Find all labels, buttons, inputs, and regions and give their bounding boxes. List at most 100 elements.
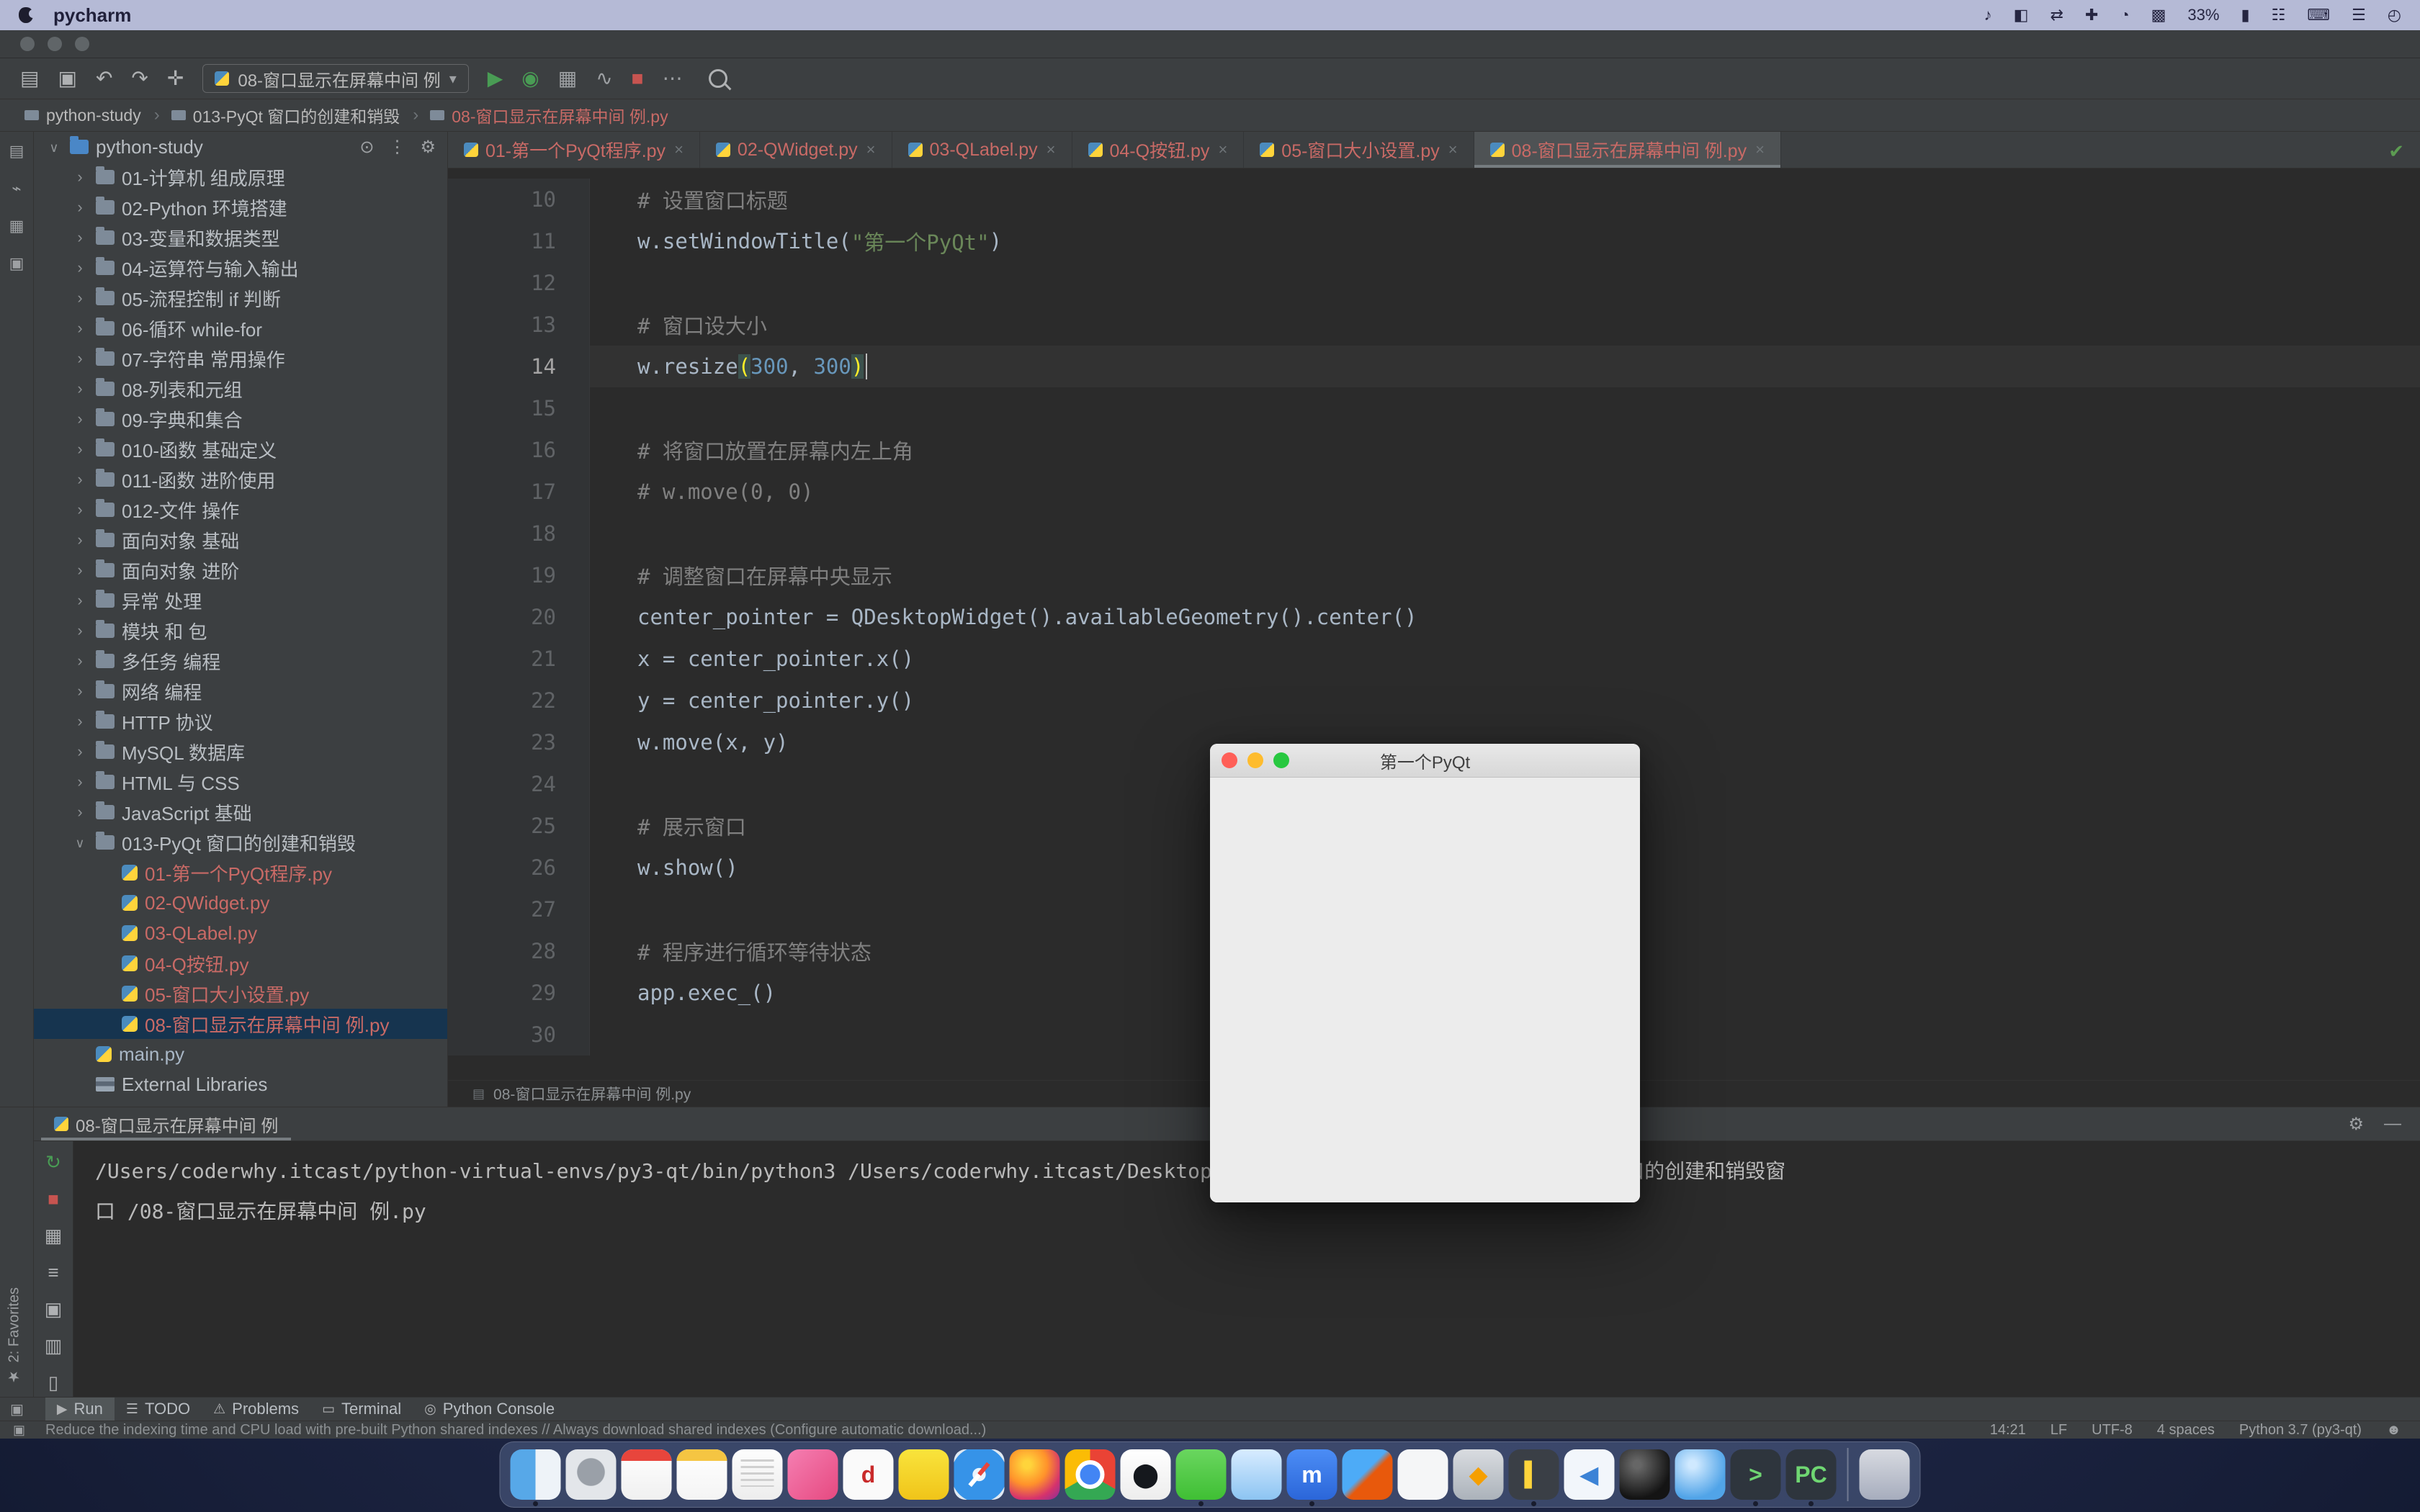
chevron-icon[interactable] xyxy=(71,289,89,307)
chevron-icon[interactable] xyxy=(71,470,89,489)
code-line[interactable]: 14w.resize(300, 300) xyxy=(448,346,2420,387)
code-line[interactable]: 10# 设置窗口标题 xyxy=(448,179,2420,220)
code-line[interactable]: 15 xyxy=(448,387,2420,429)
menubar-status-icon[interactable]: ⌨ xyxy=(2307,6,2330,24)
run-side-icon[interactable]: ▣ xyxy=(45,1298,63,1320)
tree-item[interactable]: 09-字典和集合 xyxy=(34,404,447,434)
tree-item[interactable]: 面向对象 基础 xyxy=(34,525,447,555)
tree-item[interactable]: 01-第一个PyQt程序.py xyxy=(34,858,447,888)
statusbar-toggle-icon[interactable]: ▣ xyxy=(13,1423,25,1438)
tree-item[interactable]: External Libraries xyxy=(34,1069,447,1099)
run-side-icon[interactable]: ▯ xyxy=(48,1372,58,1394)
menubar-status-icon[interactable]: ▩ xyxy=(2151,6,2166,24)
run-side-icon[interactable]: ■ xyxy=(48,1188,59,1210)
dock-icon[interactable] xyxy=(1343,1449,1393,1500)
chevron-icon[interactable] xyxy=(71,531,89,549)
tree-item[interactable]: 模块 和 包 xyxy=(34,616,447,646)
dock-icon[interactable]: ⬤ xyxy=(1121,1449,1171,1500)
chevron-icon[interactable] xyxy=(71,742,89,761)
dock-icon[interactable]: PC xyxy=(1786,1449,1837,1500)
run-side-icon[interactable]: ↻ xyxy=(45,1151,61,1174)
dock-icon[interactable] xyxy=(1675,1449,1726,1500)
run-config-selector[interactable]: 08-窗口显示在屏幕中间 例 ▾ xyxy=(202,64,468,93)
run-side-icon[interactable]: ▦ xyxy=(45,1225,63,1247)
toolwindow-toggle-icon[interactable]: ▣ xyxy=(10,1400,24,1418)
chevron-icon[interactable] xyxy=(71,561,89,580)
chevron-icon[interactable] xyxy=(71,712,89,731)
tree-item[interactable]: 多任务 编程 xyxy=(34,646,447,676)
menubar-status-icon[interactable]: ◧ xyxy=(2014,6,2029,24)
tree-item[interactable]: HTML 与 CSS xyxy=(34,767,447,797)
menubar-status-icon[interactable]: ☷ xyxy=(2272,6,2286,24)
dock-icon[interactable] xyxy=(899,1449,949,1500)
editor-tab[interactable]: 02-QWidget.py × xyxy=(700,132,892,168)
chevron-icon[interactable] xyxy=(71,591,89,610)
pyqt-titlebar[interactable]: 第一个PyQt xyxy=(1210,744,1640,778)
statusbar-item[interactable]: 14:21 xyxy=(1990,1422,2026,1439)
dock-icon[interactable] xyxy=(622,1449,672,1500)
code-line[interactable]: 19# 调整窗口在屏幕中央显示 xyxy=(448,554,2420,596)
close-icon[interactable] xyxy=(20,37,35,51)
dock-icon[interactable] xyxy=(1398,1449,1448,1500)
chevron-icon[interactable] xyxy=(71,440,89,459)
editor-tab[interactable]: 01-第一个PyQt程序.py × xyxy=(448,132,700,168)
statusbar-item[interactable]: 4 spaces xyxy=(2157,1422,2215,1439)
editor-tab[interactable]: 05-窗口大小设置.py × xyxy=(1244,132,1474,168)
project-header-icon[interactable]: ⊙ xyxy=(359,137,374,158)
structure-stripe-icon[interactable]: ▦ xyxy=(9,217,24,235)
dock-icon[interactable]: ◆ xyxy=(1453,1449,1504,1500)
editor-tab[interactable]: 08-窗口显示在屏幕中间 例.py × xyxy=(1474,132,1781,168)
zoom-icon[interactable] xyxy=(75,37,89,51)
editor-breadcrumb-label[interactable]: 08-窗口显示在屏幕中间 例.py xyxy=(493,1083,691,1104)
tree-item[interactable]: 013-PyQt 窗口的创建和销毁 xyxy=(34,827,447,858)
toolbar-run-icon[interactable]: ∿ xyxy=(596,68,612,89)
toolbar-icon[interactable]: ▣ xyxy=(58,68,76,89)
tree-item[interactable]: 08-窗口显示在屏幕中间 例.py xyxy=(34,1009,447,1039)
chevron-icon[interactable] xyxy=(71,228,89,247)
code-line[interactable]: 12 xyxy=(448,262,2420,304)
statusbar-item[interactable]: Python 3.7 (py3-qt) xyxy=(2239,1422,2362,1439)
close-icon[interactable]: × xyxy=(1047,140,1056,159)
tree-item[interactable]: 08-列表和元组 xyxy=(34,374,447,404)
tree-item[interactable]: 02-Python 环境搭建 xyxy=(34,192,447,222)
commit-stripe-icon[interactable]: ⌁ xyxy=(12,179,21,198)
tree-item[interactable]: HTTP 协议 xyxy=(34,706,447,737)
project-root-row[interactable]: python-study ⊙⋮⚙ xyxy=(34,132,447,162)
run-side-icon[interactable]: ▥ xyxy=(45,1335,63,1357)
favorites-tab[interactable]: ★ 2: Favorites xyxy=(6,1287,23,1385)
dock-icon[interactable] xyxy=(1065,1449,1116,1500)
toolbar-icon[interactable]: ↷ xyxy=(131,68,148,89)
tree-item[interactable]: JavaScript 基础 xyxy=(34,797,447,827)
toolwindow-button[interactable]: ▭ Terminal xyxy=(310,1398,413,1421)
gradle-face-icon[interactable]: ☻ xyxy=(2386,1422,2401,1439)
breadcrumb-item[interactable]: 013-PyQt 窗口的创建和销毁 xyxy=(171,103,425,127)
chevron-icon[interactable] xyxy=(71,833,89,852)
toolwindow-button[interactable]: ⚠ Problems xyxy=(202,1398,310,1421)
toolbar-icon[interactable]: ▤ xyxy=(20,68,39,89)
tree-item[interactable]: 05-窗口大小设置.py xyxy=(34,978,447,1009)
tree-item[interactable]: 03-QLabel.py xyxy=(34,918,447,948)
dock-icon[interactable]: d xyxy=(843,1449,894,1500)
menubar-app-name[interactable]: pycharm xyxy=(53,4,131,27)
close-icon[interactable]: × xyxy=(1448,140,1458,159)
tree-item[interactable]: 06-循环 while-for xyxy=(34,313,447,343)
code-line[interactable]: 22y = center_pointer.y() xyxy=(448,680,2420,721)
code-line[interactable]: 21x = center_pointer.x() xyxy=(448,638,2420,680)
menubar-status-icon[interactable]: ⇄ xyxy=(2050,6,2063,24)
code-line[interactable]: 20center_pointer = QDesktopWidget().avai… xyxy=(448,596,2420,638)
menubar-status-icon[interactable]: ♪ xyxy=(1984,6,1992,24)
chevron-icon[interactable] xyxy=(71,773,89,791)
statusbar-item[interactable]: UTF-8 xyxy=(2092,1422,2133,1439)
run-side-icon[interactable]: ≡ xyxy=(48,1261,58,1284)
tree-item[interactable]: 03-变量和数据类型 xyxy=(34,222,447,253)
dock-icon[interactable] xyxy=(511,1449,561,1500)
statusbar-message[interactable]: Reduce the indexing time and CPU load wi… xyxy=(45,1422,986,1439)
menubar-status-icon[interactable]: ◔ xyxy=(2120,6,2129,24)
close-icon[interactable]: × xyxy=(866,140,876,159)
dock-icon[interactable] xyxy=(1010,1449,1060,1500)
menubar-status-icon[interactable]: ◴ xyxy=(2388,6,2401,24)
run-header-icon[interactable]: — xyxy=(2384,1114,2401,1135)
tree-item[interactable]: 011-函数 进阶使用 xyxy=(34,464,447,495)
menubar-status-icon[interactable]: ▮ xyxy=(2241,6,2249,24)
dock-icon[interactable] xyxy=(566,1449,617,1500)
